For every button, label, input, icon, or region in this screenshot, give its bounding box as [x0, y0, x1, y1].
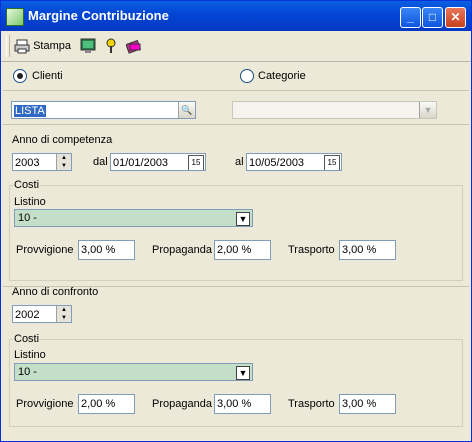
listino-label: Listino — [14, 196, 46, 208]
trasporto-value: 3,00 % — [342, 244, 377, 256]
trasporto-label: Trasporto — [288, 244, 335, 256]
costi-label: Costi — [13, 333, 41, 345]
trasporto-field[interactable]: 3,00 % — [339, 394, 396, 414]
chevron-down-icon[interactable]: ▼ — [236, 366, 250, 380]
dal-date-field[interactable]: 01/01/2003 15 — [110, 153, 206, 171]
chevron-down-icon[interactable]: ▼ — [236, 212, 250, 226]
print-label: Stampa — [33, 40, 71, 52]
help-icon — [106, 38, 116, 54]
listino-select[interactable]: 10 - ▼ — [14, 363, 253, 381]
al-label: al — [235, 156, 244, 168]
toolbar-grip — [6, 35, 10, 57]
listino-select[interactable]: 10 - ▼ — [14, 209, 253, 227]
confronto-label: Anno di confronto — [12, 286, 99, 298]
confronto-year-spinner[interactable]: 2002 ▲ ▼ — [12, 305, 72, 323]
spin-buttons[interactable]: ▲ ▼ — [56, 154, 71, 170]
provvigione-value: 3,00 % — [81, 244, 116, 256]
competenza-year-spinner[interactable]: 2003 ▲ ▼ — [12, 153, 72, 171]
provvigione-label: Provvigione — [16, 244, 74, 256]
books-icon — [126, 39, 142, 54]
provvigione-value: 2,00 % — [81, 398, 116, 410]
search-value: LISTA — [14, 105, 46, 117]
listino-label: Listino — [14, 349, 46, 361]
search-input[interactable]: LISTA 🔍 — [11, 101, 196, 119]
provvigione-field[interactable]: 3,00 % — [78, 240, 135, 260]
calendar-icon[interactable]: 15 — [188, 155, 204, 170]
title-bar[interactable]: Margine Contribuzione _ □ ✕ — [1, 1, 471, 31]
toolbar: Stampa — [1, 31, 471, 62]
propaganda-label: Propaganda — [152, 398, 212, 410]
listino-value: 10 - — [18, 366, 37, 378]
costi-competenza-group: Costi — [9, 179, 463, 281]
propaganda-label: Propaganda — [152, 244, 212, 256]
competenza-label: Anno di competenza — [12, 134, 113, 146]
listino-value: 10 - — [18, 212, 37, 224]
calendar-icon[interactable]: 15 — [324, 155, 340, 170]
al-date: 10/05/2003 — [249, 157, 305, 169]
propaganda-value: 3,00 % — [217, 398, 252, 410]
provvigione-label: Provvigione — [16, 398, 74, 410]
divider — [3, 90, 469, 91]
chevron-down-icon: ▼ — [419, 102, 436, 118]
clienti-label: Clienti — [32, 70, 63, 82]
categorie-label: Categorie — [258, 70, 306, 82]
close-button[interactable]: ✕ — [445, 7, 466, 28]
propaganda-field[interactable]: 3,00 % — [214, 394, 271, 414]
window-title: Margine Contribuzione — [28, 8, 169, 23]
spin-buttons[interactable]: ▲ ▼ — [56, 306, 71, 322]
print-button[interactable]: Stampa — [14, 36, 71, 56]
app-icon — [6, 8, 24, 26]
radio-categorie[interactable] — [240, 69, 254, 83]
trasporto-field[interactable]: 3,00 % — [339, 240, 396, 260]
preview-button[interactable] — [80, 36, 96, 56]
competenza-year: 2003 — [15, 157, 40, 169]
help-button[interactable] — [103, 36, 119, 56]
printer-icon — [14, 39, 30, 54]
books-button[interactable] — [126, 36, 142, 56]
minimize-button[interactable]: _ — [400, 7, 421, 28]
dal-date: 01/01/2003 — [113, 157, 169, 169]
dal-label: dal — [93, 156, 108, 168]
monitor-icon — [80, 38, 96, 54]
category-dropdown: ▼ — [232, 101, 437, 119]
costi-label: Costi — [13, 179, 41, 191]
confronto-year: 2002 — [15, 309, 40, 321]
search-icon[interactable]: 🔍 — [178, 102, 195, 118]
main-window: Margine Contribuzione _ □ ✕ Stampa Clien… — [0, 0, 472, 442]
trasporto-value: 3,00 % — [342, 398, 377, 410]
radio-clienti[interactable] — [13, 69, 27, 83]
divider — [3, 124, 469, 125]
provvigione-field[interactable]: 2,00 % — [78, 394, 135, 414]
propaganda-field[interactable]: 2,00 % — [214, 240, 271, 260]
propaganda-value: 2,00 % — [217, 244, 252, 256]
maximize-button[interactable]: □ — [422, 7, 443, 28]
al-date-field[interactable]: 10/05/2003 15 — [246, 153, 342, 171]
trasporto-label: Trasporto — [288, 398, 335, 410]
